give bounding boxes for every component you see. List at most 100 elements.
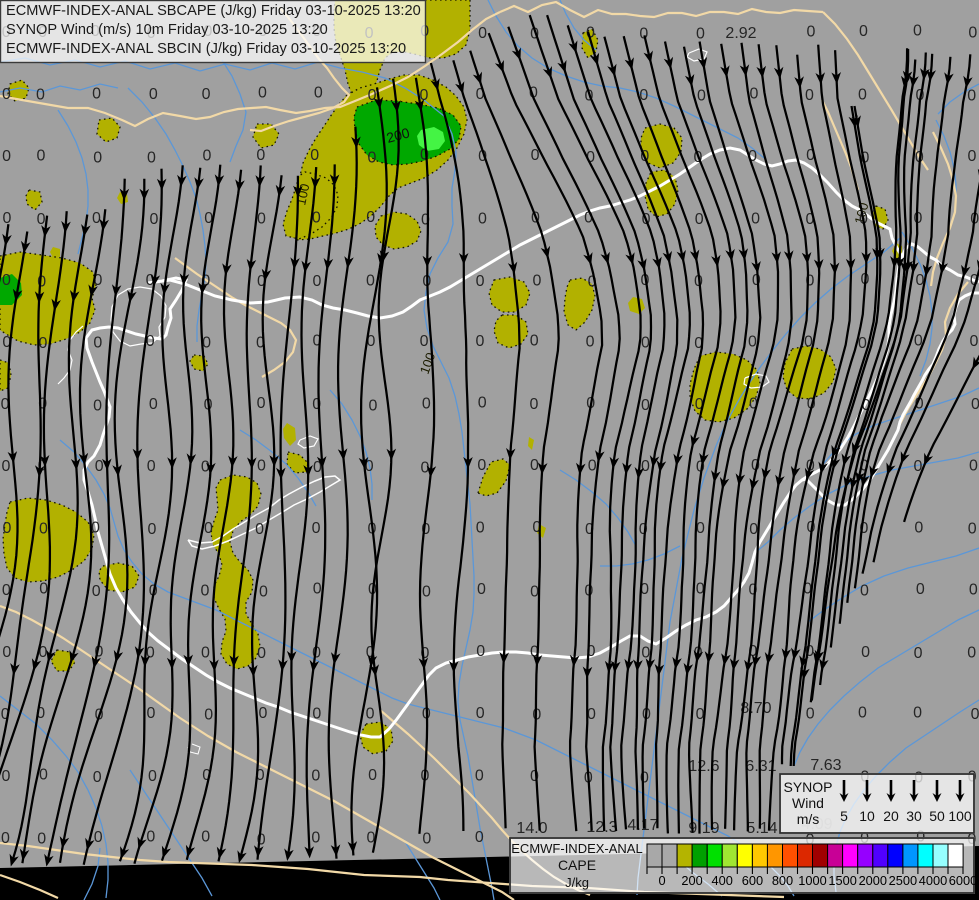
svg-text:0: 0 [37, 831, 46, 848]
svg-text:0: 0 [150, 211, 159, 228]
svg-text:0: 0 [586, 334, 595, 351]
svg-text:0: 0 [147, 149, 156, 166]
svg-text:0: 0 [39, 335, 48, 352]
svg-text:0: 0 [203, 147, 212, 164]
svg-text:ECMWF-INDEX-ANAL SBCAPE (J/kg): ECMWF-INDEX-ANAL SBCAPE (J/kg) Friday 03… [6, 3, 421, 19]
svg-text:m/s: m/s [797, 811, 820, 827]
svg-text:0: 0 [2, 520, 11, 537]
svg-text:0: 0 [422, 583, 431, 600]
svg-text:0: 0 [257, 645, 266, 662]
svg-text:0: 0 [147, 458, 156, 475]
svg-text:0: 0 [257, 211, 266, 228]
svg-text:2.92: 2.92 [725, 25, 756, 42]
svg-text:0: 0 [257, 457, 266, 474]
svg-text:0: 0 [1, 830, 10, 847]
svg-text:0: 0 [310, 147, 319, 164]
svg-text:0: 0 [256, 147, 265, 164]
svg-text:0: 0 [532, 273, 541, 290]
svg-text:0: 0 [478, 210, 487, 227]
svg-text:100: 100 [948, 808, 972, 824]
svg-text:0: 0 [858, 705, 867, 722]
svg-text:0: 0 [1, 768, 10, 785]
svg-text:5.14: 5.14 [746, 820, 777, 837]
svg-text:0: 0 [368, 87, 377, 104]
svg-text:0: 0 [204, 520, 213, 537]
svg-text:0: 0 [913, 23, 922, 40]
svg-text:0: 0 [658, 873, 665, 888]
svg-text:7.63: 7.63 [810, 757, 841, 774]
svg-text:0: 0 [968, 24, 977, 41]
svg-text:0: 0 [2, 272, 11, 289]
svg-text:400: 400 [712, 873, 733, 888]
svg-text:0: 0 [95, 458, 104, 475]
svg-text:0: 0 [92, 85, 101, 102]
svg-text:0: 0 [916, 581, 925, 598]
svg-text:0: 0 [2, 148, 11, 165]
svg-text:0: 0 [858, 87, 867, 104]
svg-text:0: 0 [530, 333, 539, 350]
svg-text:800: 800 [772, 873, 793, 888]
svg-text:0: 0 [311, 829, 320, 846]
svg-text:600: 600 [742, 873, 763, 888]
svg-text:8.70: 8.70 [740, 700, 771, 717]
svg-text:0: 0 [749, 521, 758, 538]
svg-text:0: 0 [312, 706, 321, 723]
svg-text:0: 0 [147, 521, 156, 538]
svg-text:0: 0 [201, 829, 210, 846]
svg-text:0: 0 [37, 211, 46, 228]
svg-text:0: 0 [201, 644, 210, 661]
svg-text:0: 0 [971, 396, 979, 413]
svg-text:ECMWF-INDEX-ANAL: ECMWF-INDEX-ANAL [511, 841, 642, 856]
svg-text:0: 0 [314, 85, 323, 102]
svg-text:0: 0 [697, 87, 706, 104]
svg-text:0: 0 [476, 705, 485, 722]
svg-text:0: 0 [36, 148, 45, 165]
svg-text:0: 0 [969, 581, 978, 598]
svg-text:0: 0 [311, 768, 320, 785]
svg-text:0: 0 [640, 769, 649, 786]
svg-text:10: 10 [859, 808, 875, 824]
svg-text:0: 0 [478, 395, 487, 412]
svg-text:0: 0 [2, 644, 11, 661]
svg-text:0: 0 [748, 334, 757, 351]
svg-text:2000: 2000 [859, 873, 887, 888]
svg-text:0: 0 [149, 396, 158, 413]
svg-text:ECMWF-INDEX-ANAL SBCIN (J/kg): ECMWF-INDEX-ANAL SBCIN (J/kg) Friday 03-… [6, 41, 406, 57]
svg-text:0: 0 [312, 273, 321, 290]
svg-text:0: 0 [368, 767, 377, 784]
svg-text:0: 0 [258, 705, 267, 722]
svg-text:0: 0 [313, 581, 322, 598]
svg-text:0: 0 [148, 768, 157, 785]
svg-text:Wind: Wind [792, 795, 824, 811]
svg-text:0: 0 [477, 581, 486, 598]
svg-text:0: 0 [312, 520, 321, 537]
svg-text:SYNOP: SYNOP [783, 779, 832, 795]
svg-text:0: 0 [806, 706, 815, 723]
svg-text:0: 0 [258, 85, 267, 102]
svg-text:0: 0 [913, 705, 922, 722]
svg-text:CAPE: CAPE [558, 857, 596, 873]
svg-text:J/kg: J/kg [565, 875, 589, 890]
svg-text:0: 0 [639, 25, 648, 42]
svg-text:0: 0 [475, 829, 484, 846]
svg-text:0: 0 [475, 767, 484, 784]
svg-text:0: 0 [805, 87, 814, 104]
svg-text:0: 0 [39, 520, 48, 537]
svg-text:0: 0 [92, 583, 101, 600]
svg-text:0: 0 [476, 273, 485, 290]
svg-text:0: 0 [149, 86, 158, 103]
svg-text:0: 0 [967, 645, 976, 662]
svg-text:0: 0 [39, 581, 48, 598]
svg-text:0: 0 [970, 333, 979, 350]
svg-text:0: 0 [259, 584, 268, 601]
svg-text:0: 0 [969, 458, 978, 475]
svg-text:0: 0 [92, 210, 101, 227]
svg-text:1500: 1500 [828, 873, 856, 888]
svg-text:0: 0 [476, 643, 485, 660]
svg-text:6000: 6000 [949, 873, 977, 888]
svg-text:0: 0 [478, 25, 487, 42]
svg-text:0: 0 [696, 520, 705, 537]
svg-text:0: 0 [420, 87, 429, 104]
svg-text:0: 0 [529, 396, 538, 413]
svg-text:1000: 1000 [798, 873, 826, 888]
